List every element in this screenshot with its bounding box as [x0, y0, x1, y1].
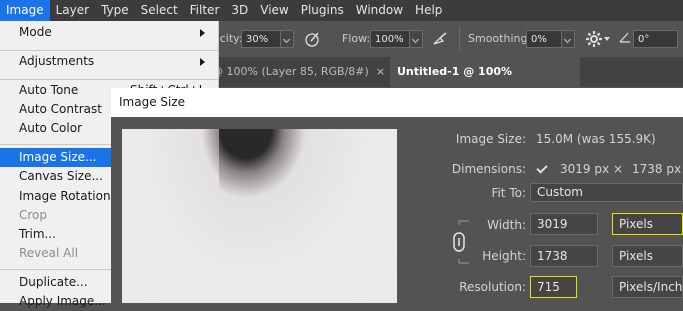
- resolution-input[interactable]: 715: [530, 276, 577, 298]
- dimensions-times: ×: [613, 162, 624, 176]
- width-label: Width:: [487, 218, 526, 232]
- tab-untitled-1[interactable]: Untitled-1 @ 100% (RGB/8#)×: [390, 57, 580, 108]
- dimensions-dropdown-icon[interactable]: [536, 163, 550, 177]
- dimensions-label: Dimensions:: [451, 162, 526, 176]
- image-size-value: 15.0M (was 155.9K): [536, 132, 656, 146]
- options-divider: [459, 27, 460, 51]
- opacity-input[interactable]: 30%: [241, 30, 281, 48]
- smoothing-dropdown[interactable]: [561, 30, 575, 48]
- flow-input[interactable]: 100%: [370, 30, 410, 48]
- menu-bar: Image Layer Type Select Filter 3D View P…: [0, 0, 683, 21]
- submenu-arrow-icon: [200, 58, 205, 66]
- fit-to-label: Fit To:: [491, 186, 526, 200]
- menu-filter[interactable]: Filter: [184, 0, 226, 21]
- tab-label: @ 100% (Layer 85, RGB/8#): [212, 65, 369, 78]
- dimensions-height: 1738 px: [632, 162, 682, 176]
- menu-select[interactable]: Select: [135, 0, 184, 21]
- menu-separator: [0, 50, 218, 51]
- gear-dropdown-icon[interactable]: [604, 37, 610, 41]
- dimensions-width: 3019 px: [560, 162, 610, 176]
- dialog-title-overlap: Image Size: [111, 88, 219, 117]
- image-preview[interactable]: [122, 129, 219, 303]
- angle-icon: [616, 30, 634, 48]
- height-label: Height:: [482, 249, 526, 263]
- menu-image[interactable]: Image: [0, 0, 50, 21]
- opacity-dropdown[interactable]: [280, 30, 294, 48]
- menu-separator: [0, 79, 218, 80]
- menu-item-mode[interactable]: Mode: [0, 23, 218, 42]
- menu-type[interactable]: Type: [95, 0, 135, 21]
- image-size-label: Image Size:: [455, 132, 526, 146]
- smoothing-label: Smoothing:: [468, 32, 532, 45]
- height-input[interactable]: 1738: [530, 245, 598, 267]
- resolution-label: Resolution:: [459, 280, 526, 294]
- angle-input[interactable]: 0°: [633, 30, 678, 48]
- constrain-proportions-link-icon[interactable]: [451, 219, 469, 267]
- dialog-body-overlap: [111, 117, 219, 303]
- flow-label: Flow:: [342, 32, 371, 45]
- close-icon[interactable]: ×: [376, 65, 385, 78]
- menu-3d[interactable]: 3D: [225, 0, 254, 21]
- airbrush-icon[interactable]: [431, 30, 449, 48]
- pressure-opacity-icon[interactable]: [303, 30, 321, 48]
- menu-help[interactable]: Help: [409, 0, 448, 21]
- tab-layer-85[interactable]: @ 100% (Layer 85, RGB/8#) ×: [212, 57, 390, 87]
- menu-view[interactable]: View: [254, 0, 294, 21]
- resolution-unit-select[interactable]: Pixels/Inch: [612, 276, 683, 298]
- dialog-title: Image Size: [119, 95, 186, 109]
- menu-plugins[interactable]: Plugins: [295, 0, 350, 21]
- menu-layer[interactable]: Layer: [50, 0, 95, 21]
- submenu-arrow-icon: [200, 29, 205, 37]
- height-unit-select[interactable]: Pixels: [612, 245, 683, 267]
- width-unit-select[interactable]: Pixels: [612, 213, 683, 235]
- width-input[interactable]: 3019: [530, 213, 598, 235]
- menu-item-adjustments[interactable]: Adjustments: [0, 52, 218, 71]
- smoothing-input[interactable]: 0%: [526, 30, 562, 48]
- menu-window[interactable]: Window: [350, 0, 409, 21]
- flow-dropdown[interactable]: [409, 30, 423, 48]
- gear-icon[interactable]: [585, 30, 603, 48]
- fit-to-select[interactable]: Custom: [530, 183, 683, 202]
